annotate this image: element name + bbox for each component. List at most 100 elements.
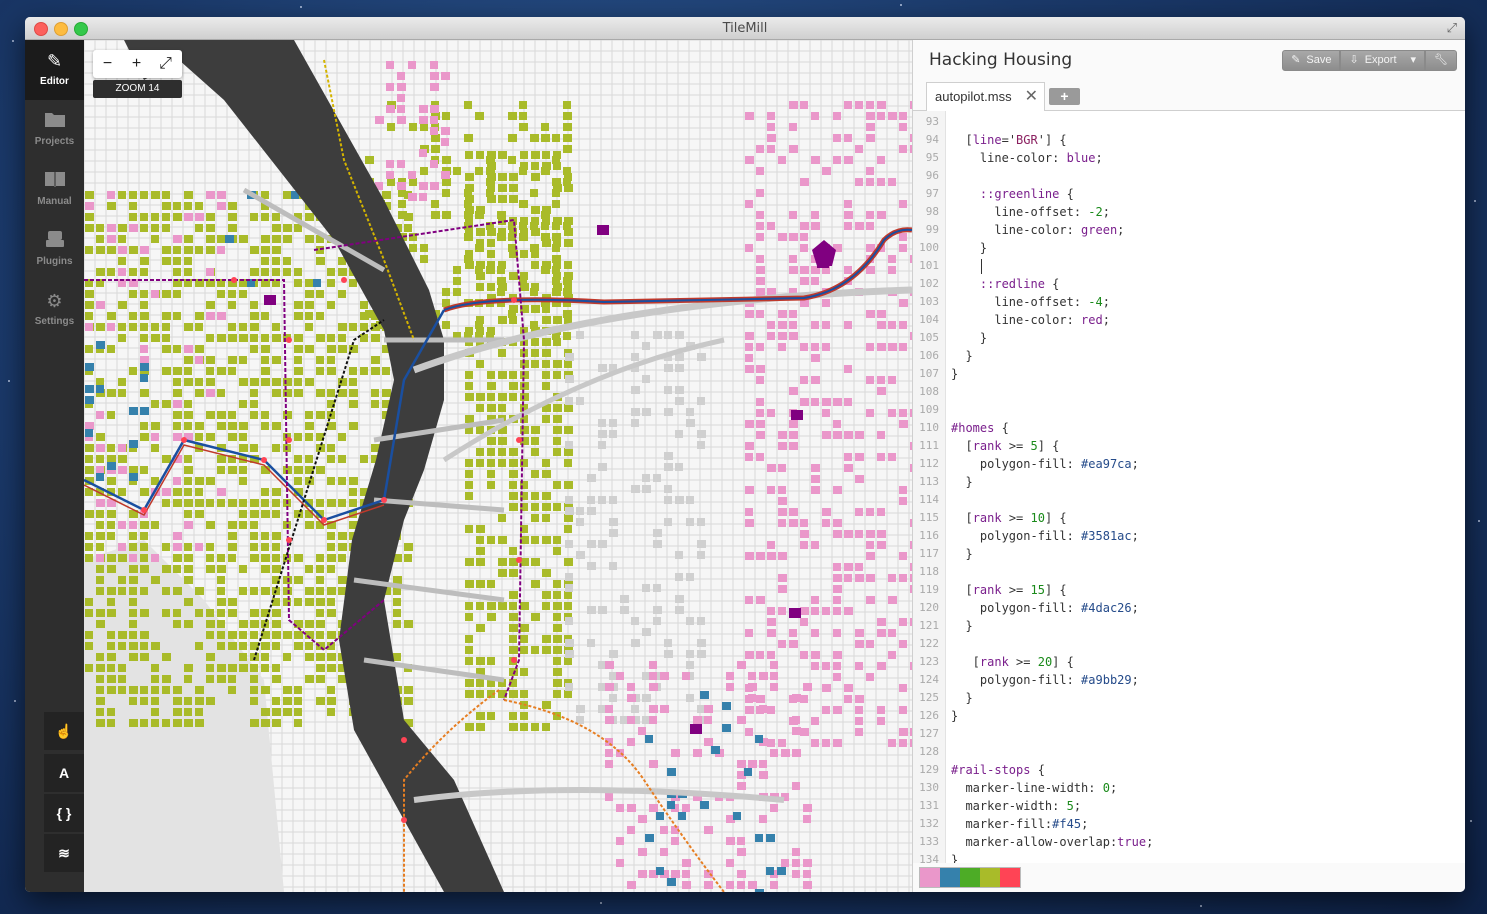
building bbox=[250, 246, 259, 254]
sidebar-item-projects[interactable]: Projects bbox=[25, 100, 84, 160]
code-line[interactable]: marker-line-width: 0; bbox=[951, 779, 1117, 797]
building bbox=[675, 386, 684, 394]
code-line[interactable]: [rank >= 20] { bbox=[951, 653, 1074, 671]
building bbox=[822, 409, 830, 417]
code-editor[interactable]: 93 94 [line='BGR'] {95 line-color: blue; 9… bbox=[913, 111, 1465, 863]
building bbox=[609, 562, 617, 570]
building bbox=[96, 697, 105, 705]
code-line[interactable]: [line='BGR'] { bbox=[951, 131, 1066, 149]
code-line[interactable]: polygon-fill: #a9bb29; bbox=[951, 671, 1139, 689]
export-button[interactable]: ⇩ Export ▾ bbox=[1340, 50, 1426, 71]
color-swatch[interactable] bbox=[980, 868, 1000, 887]
text-tool-button[interactable]: A bbox=[44, 754, 84, 792]
code-line[interactable]: } bbox=[951, 329, 987, 347]
code-line[interactable]: [rank >= 5] { bbox=[951, 437, 1059, 455]
code-line[interactable]: } bbox=[951, 851, 958, 863]
building bbox=[386, 171, 394, 179]
code-line[interactable]: line-color: green; bbox=[951, 221, 1124, 239]
code-line[interactable]: line-offset: -4; bbox=[951, 293, 1110, 311]
code-line[interactable]: #rail-stops { bbox=[951, 761, 1045, 779]
sidebar-item-manual[interactable]: Manual bbox=[25, 160, 84, 220]
code-line[interactable]: } bbox=[951, 545, 972, 563]
building bbox=[531, 360, 539, 368]
fullscreen-button[interactable]: ⤢ bbox=[151, 50, 180, 78]
building bbox=[272, 444, 280, 452]
color-swatch[interactable] bbox=[940, 868, 960, 887]
building bbox=[118, 246, 127, 254]
building bbox=[737, 848, 746, 856]
building bbox=[129, 598, 137, 606]
building bbox=[833, 651, 842, 659]
pan-tool-button[interactable]: ☝ bbox=[44, 712, 84, 750]
map-view[interactable]: − + ⤢ ZOOM 14 bbox=[84, 40, 912, 892]
code-line[interactable]: } bbox=[951, 347, 972, 365]
color-swatch[interactable] bbox=[1000, 868, 1020, 887]
building bbox=[476, 723, 485, 731]
add-tab-button[interactable]: + bbox=[1049, 88, 1080, 105]
building bbox=[877, 453, 885, 461]
code-line[interactable]: polygon-fill: #4dac26; bbox=[951, 599, 1139, 617]
building bbox=[294, 312, 303, 320]
code-line[interactable]: ::redline { bbox=[951, 275, 1059, 293]
code-line[interactable]: } bbox=[951, 707, 958, 725]
code-line[interactable]: marker-allow-overlap:true; bbox=[951, 833, 1153, 851]
building bbox=[294, 334, 303, 342]
code-line[interactable]: polygon-fill: #ea97ca; bbox=[951, 455, 1139, 473]
code-line[interactable]: } bbox=[951, 365, 958, 383]
line-number: 114 bbox=[919, 493, 939, 506]
fullscreen-icon[interactable]: ⤢ bbox=[1447, 20, 1457, 36]
building bbox=[520, 382, 529, 390]
building bbox=[85, 609, 93, 617]
color-swatch[interactable] bbox=[960, 868, 980, 887]
code-line[interactable]: [rank >= 15] { bbox=[951, 581, 1066, 599]
layers-tool-button[interactable]: ≋ bbox=[44, 834, 84, 872]
building bbox=[129, 576, 138, 584]
code-line[interactable]: line-offset: -2; bbox=[951, 203, 1110, 221]
line-number: 118 bbox=[919, 565, 939, 578]
zoom-in-button[interactable]: + bbox=[122, 50, 151, 78]
building bbox=[811, 662, 819, 670]
code-line[interactable]: } bbox=[951, 473, 972, 491]
building bbox=[564, 602, 572, 610]
building bbox=[745, 332, 754, 340]
building bbox=[206, 565, 215, 573]
code-tool-button[interactable]: { } bbox=[44, 794, 84, 832]
building bbox=[386, 160, 394, 168]
zoom-out-button[interactable]: − bbox=[93, 50, 122, 78]
building bbox=[206, 675, 214, 683]
building bbox=[877, 530, 886, 538]
building bbox=[598, 606, 607, 614]
building bbox=[649, 672, 657, 680]
code-line[interactable]: } bbox=[951, 239, 987, 257]
building bbox=[173, 719, 182, 727]
building bbox=[564, 690, 572, 698]
building bbox=[745, 728, 753, 736]
code-line[interactable]: marker-width: 5; bbox=[951, 797, 1081, 815]
save-button[interactable]: ✎ Save bbox=[1282, 50, 1341, 71]
building bbox=[563, 277, 572, 285]
line-number: 93 bbox=[925, 115, 939, 128]
code-line[interactable]: line-color: red; bbox=[951, 311, 1110, 329]
sidebar-item-settings[interactable]: ⚙ Settings bbox=[25, 280, 84, 340]
building bbox=[140, 224, 148, 232]
color-swatch[interactable] bbox=[920, 868, 940, 887]
building bbox=[420, 123, 428, 131]
wrench-button[interactable]: 🔧︎ bbox=[1425, 50, 1457, 71]
code-line[interactable]: ::greenline { bbox=[951, 185, 1074, 203]
code-line[interactable]: } bbox=[951, 689, 972, 707]
close-tab-icon[interactable]: ✕ bbox=[1025, 86, 1038, 106]
code-line[interactable]: #homes { bbox=[951, 419, 1009, 437]
code-line[interactable]: line-color: blue; bbox=[951, 149, 1103, 167]
code-line[interactable]: marker-fill:#f45; bbox=[951, 815, 1088, 833]
building bbox=[129, 587, 137, 595]
code-line[interactable]: } bbox=[951, 617, 972, 635]
map-canvas[interactable] bbox=[84, 40, 912, 892]
building bbox=[803, 815, 811, 823]
tab-autopilot-mss[interactable]: autopilot.mss ✕ bbox=[926, 82, 1045, 111]
sidebar-item-editor[interactable]: ✎ Editor bbox=[25, 40, 84, 100]
code-line[interactable]: [rank >= 10] { bbox=[951, 509, 1066, 527]
building bbox=[745, 486, 754, 494]
code-line[interactable]: polygon-fill: #3581ac; bbox=[951, 527, 1139, 545]
building bbox=[638, 815, 647, 823]
sidebar-item-plugins[interactable]: Plugins bbox=[25, 220, 84, 280]
